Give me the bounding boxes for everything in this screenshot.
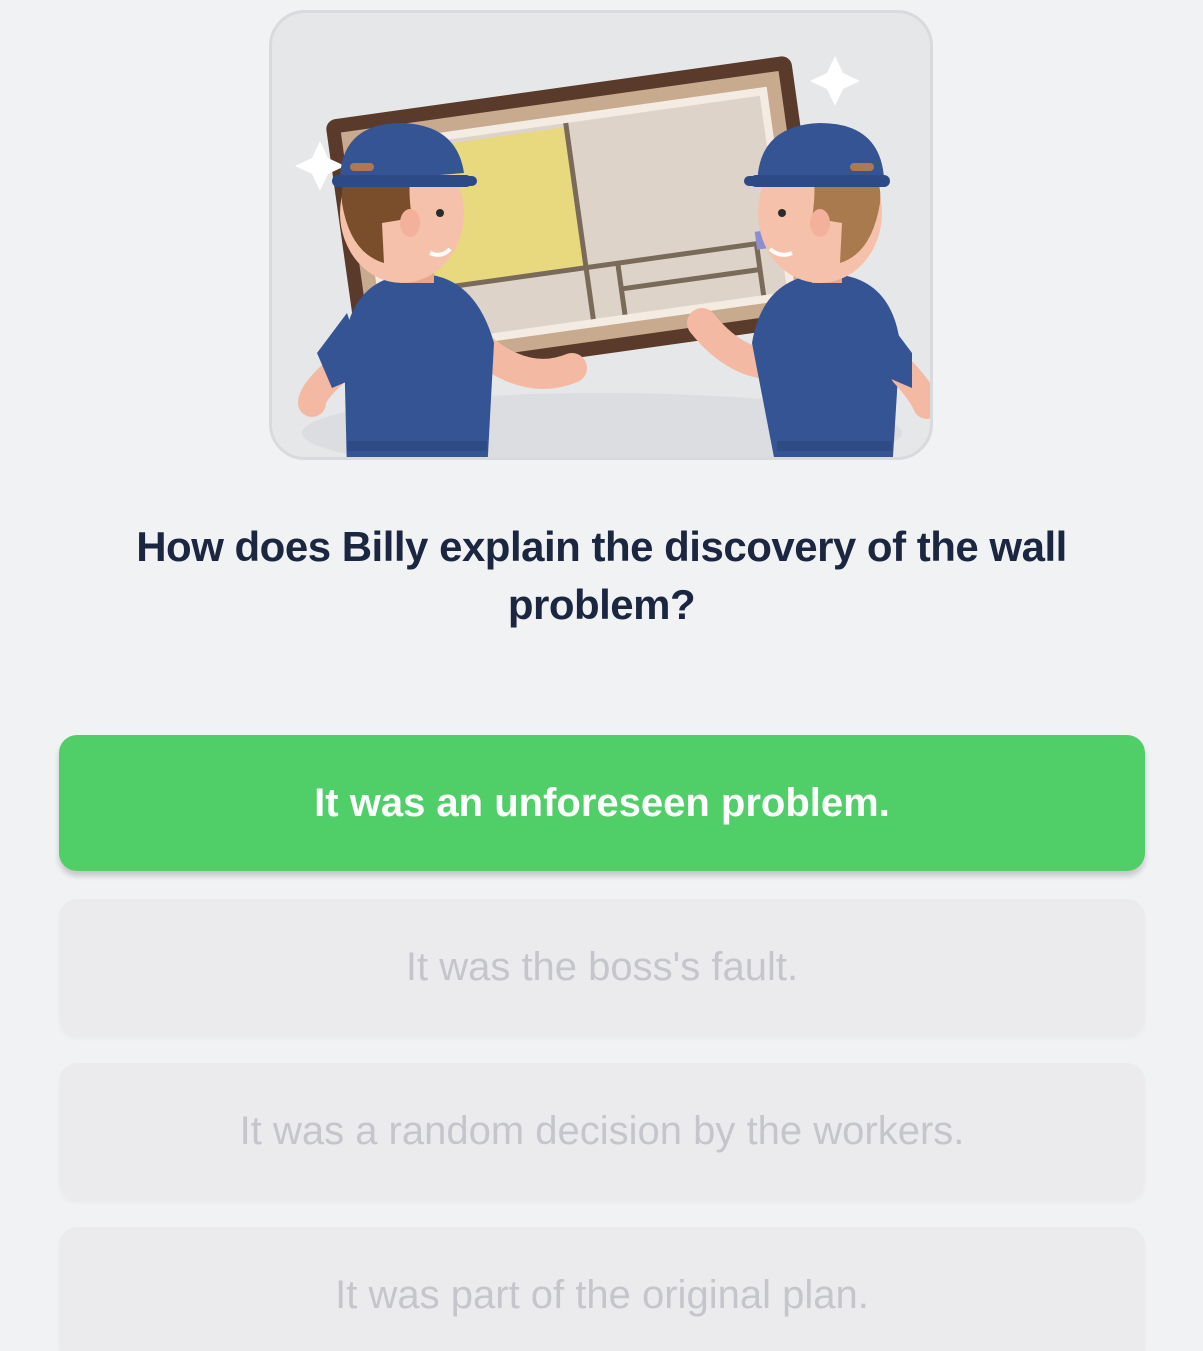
answer-option[interactable]: It was part of the original plan. bbox=[59, 1227, 1145, 1351]
workers-hanging-map-illustration bbox=[295, 56, 930, 457]
question-text: How does Billy explain the discovery of … bbox=[136, 523, 1067, 628]
answer-option[interactable]: It was a random decision by the workers. bbox=[59, 1063, 1145, 1199]
illustration-card bbox=[269, 10, 933, 460]
answer-list: It was an unforeseen problem. It was the… bbox=[59, 735, 1145, 1351]
answer-option-correct[interactable]: It was an unforeseen problem. bbox=[59, 735, 1145, 871]
quiz-screen: How does Billy explain the discovery of … bbox=[0, 0, 1203, 1351]
answer-option[interactable]: It was the boss's fault. bbox=[59, 899, 1145, 1035]
